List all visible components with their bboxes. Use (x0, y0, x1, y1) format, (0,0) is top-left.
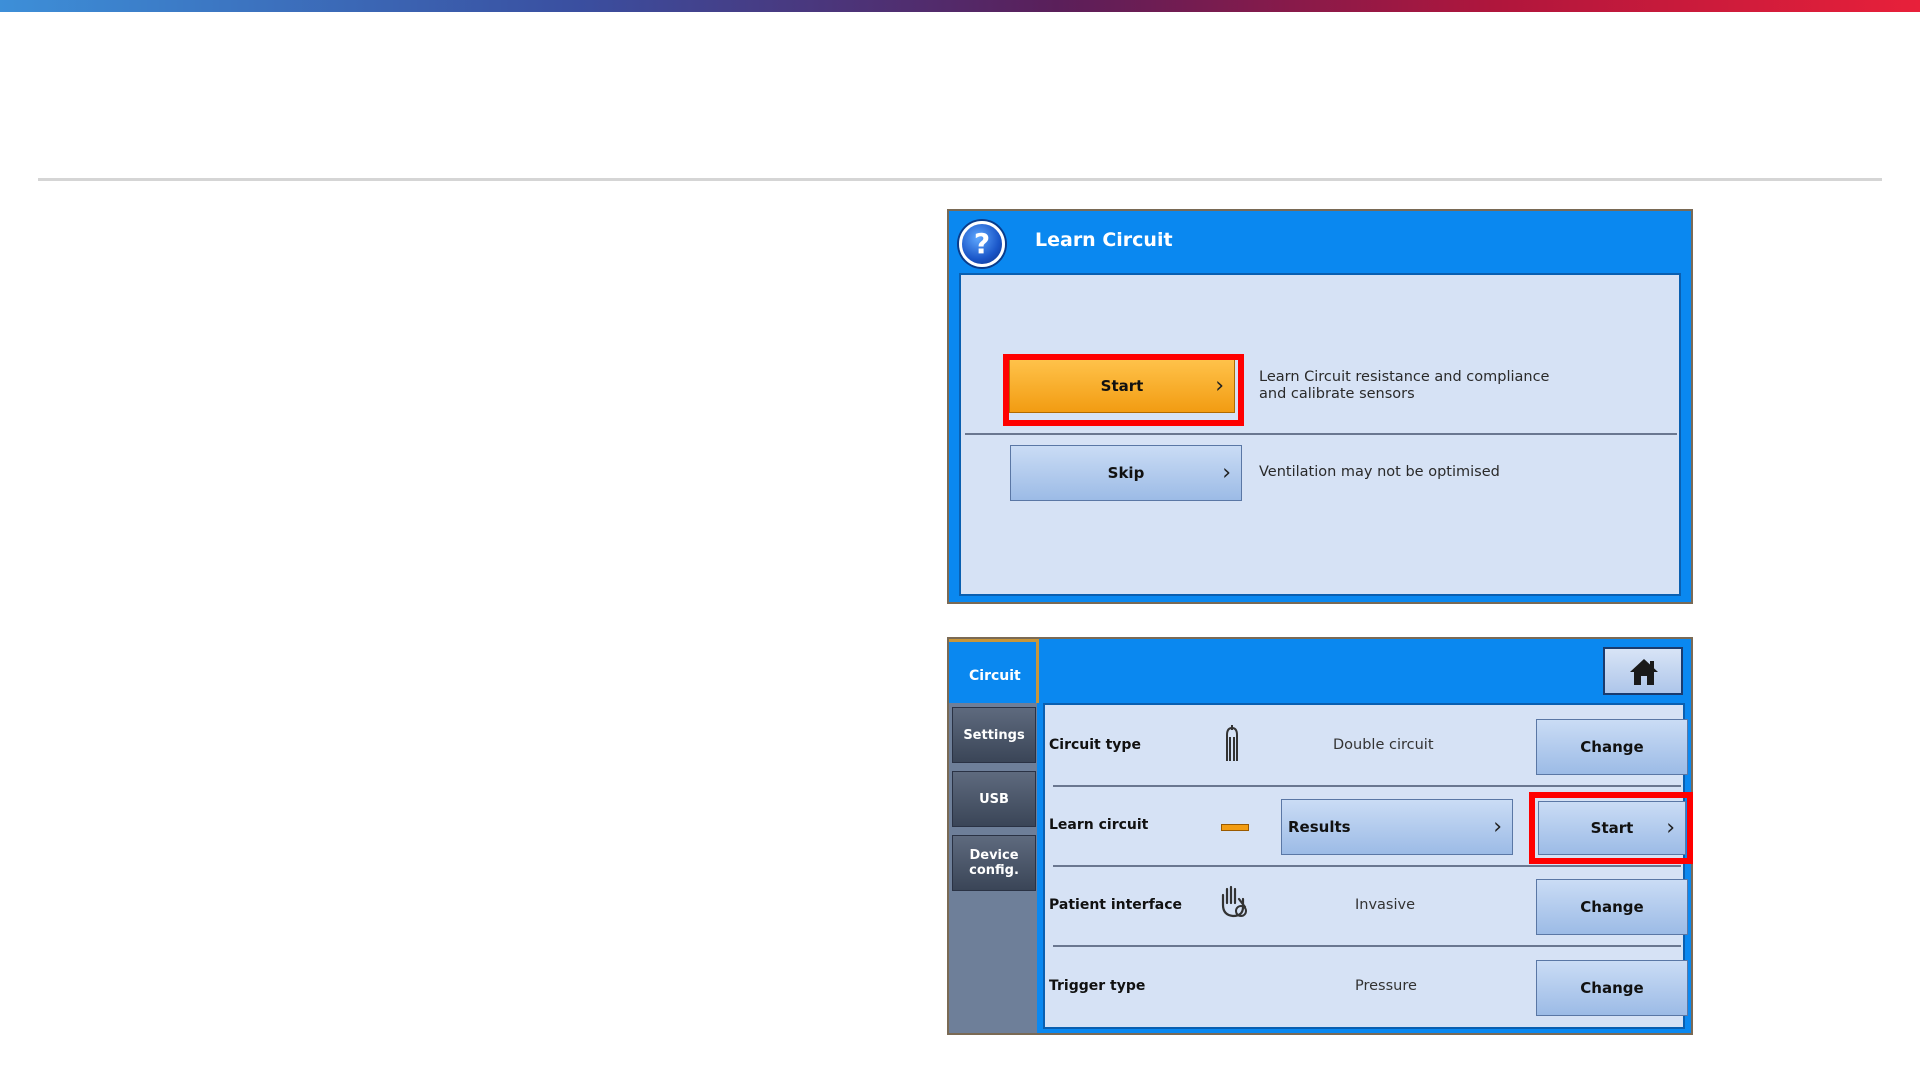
tab-device-config[interactable]: Device config. (952, 835, 1036, 891)
row-divider (1053, 865, 1681, 867)
patient-interface-label: Patient interface (1049, 897, 1183, 913)
highlight-box (1003, 354, 1244, 426)
hand-icon (1221, 885, 1247, 918)
results-button[interactable]: Results › (1281, 799, 1513, 855)
skip-button-label: Skip (1107, 464, 1145, 482)
dialog-title-bar: ? Learn Circuit (949, 211, 1691, 271)
trigger-type-value: Pressure (1355, 978, 1417, 994)
home-icon (1630, 659, 1658, 685)
change-patient-interface-button[interactable]: Change (1536, 879, 1688, 935)
skip-button[interactable]: Skip › (1010, 445, 1242, 501)
double-circuit-icon (1226, 725, 1238, 761)
dialog-divider (965, 433, 1677, 435)
chevron-right-icon: › (1493, 814, 1502, 840)
question-mark-icon[interactable]: ? (959, 221, 1005, 267)
tab-usb[interactable]: USB (952, 771, 1036, 827)
side-nav: Settings USB Device config. (949, 703, 1037, 1033)
learn-circuit-dialog: ? Learn Circuit Start › Learn Circuit re… (947, 209, 1693, 604)
trigger-type-label: Trigger type (1049, 978, 1146, 994)
start-description: Learn Circuit resistance and compliance … (1259, 369, 1550, 402)
skip-description: Ventilation may not be optimised (1259, 464, 1500, 480)
circuit-settings-body: Circuit type Double circuit Change Learn… (1043, 703, 1693, 1029)
row-divider (1053, 945, 1681, 947)
circuit-settings-screen: Settings USB Device config. Circuit Circ… (947, 637, 1693, 1035)
tab-circuit[interactable]: Circuit (949, 639, 1039, 703)
status-bar-icon (1221, 824, 1249, 831)
header-divider (38, 178, 1882, 181)
circuit-type-label: Circuit type (1049, 737, 1141, 753)
circuit-type-value: Double circuit (1333, 737, 1434, 753)
change-circuit-type-button[interactable]: Change (1536, 719, 1688, 775)
learn-circuit-label: Learn circuit (1049, 817, 1149, 833)
patient-interface-value: Invasive (1355, 897, 1416, 913)
change-trigger-type-button[interactable]: Change (1536, 960, 1688, 1016)
tab-circuit-label: Circuit (969, 668, 1021, 684)
slide: ? Learn Circuit Start › Learn Circuit re… (0, 0, 1920, 1080)
row-divider (1053, 785, 1681, 787)
chevron-right-icon: › (1222, 460, 1231, 486)
home-button[interactable] (1603, 647, 1683, 695)
tab-settings[interactable]: Settings (952, 707, 1036, 763)
top-gradient-bar (0, 0, 1920, 12)
dialog-title: Learn Circuit (1035, 229, 1173, 251)
dialog-body: Start › Learn Circuit resistance and com… (959, 273, 1681, 596)
highlight-box (1529, 792, 1693, 864)
